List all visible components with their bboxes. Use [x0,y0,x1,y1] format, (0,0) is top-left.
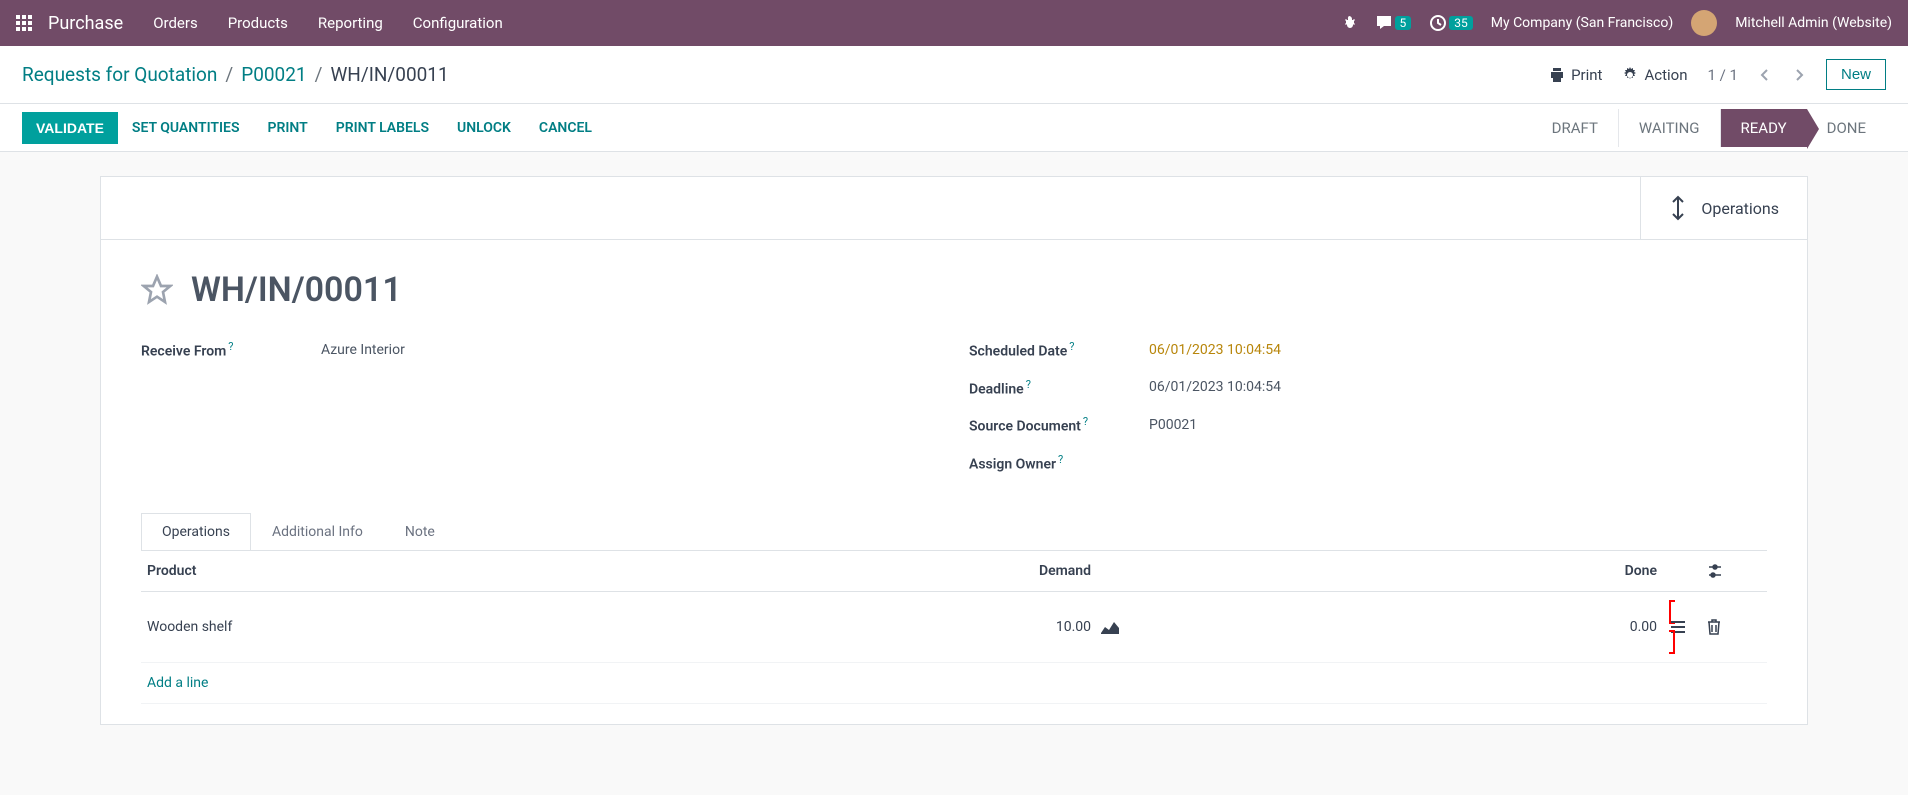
status-flow: DRAFT WAITING READY DONE [1532,109,1886,147]
star-icon[interactable] [141,274,173,306]
debug-icon[interactable] [1341,15,1357,31]
status-waiting[interactable]: WAITING [1619,109,1721,147]
cell-demand[interactable]: 10.00 [941,619,1091,635]
page-title: WH/IN/00011 [191,270,402,310]
unlock-button[interactable]: UNLOCK [443,112,525,144]
nav-products[interactable]: Products [228,14,288,32]
deadline-value: 06/01/2023 10:04:54 [1149,379,1281,395]
receive-from-value[interactable]: Azure Interior [321,342,405,358]
cancel-button[interactable]: CANCEL [525,112,606,144]
nav-reporting[interactable]: Reporting [318,14,383,32]
set-quantities-button[interactable]: SET QUANTITIES [118,112,254,144]
source-document-label: Source Document? [969,415,1149,435]
status-ready[interactable]: READY [1721,109,1807,147]
tab-additional-info[interactable]: Additional Info [251,513,384,550]
cell-done[interactable]: 0.00 [1141,619,1657,635]
receive-from-label: Receive From? [141,340,321,360]
print-action-button[interactable]: PRINT [254,112,322,144]
messages-count: 5 [1395,16,1412,30]
nav-configuration[interactable]: Configuration [413,14,503,32]
pager-prev[interactable] [1758,68,1772,82]
pager: 1 / 1 [1707,66,1738,84]
cell-product[interactable]: Wooden shelf [141,619,941,635]
print-labels-button[interactable]: PRINT LABELS [322,112,443,144]
deadline-label: Deadline? [969,378,1149,398]
operations-stat-button[interactable]: Operations [1640,177,1807,239]
nav-orders[interactable]: Orders [153,14,198,32]
activities-icon[interactable]: 35 [1429,14,1473,32]
col-header-demand: Demand [941,563,1091,579]
source-document-value[interactable]: P00021 [1149,417,1197,433]
messages-icon[interactable]: 5 [1375,14,1412,32]
table-row[interactable]: Wooden shelf 10.00 0.00 [141,592,1767,663]
settings-icon[interactable] [1707,563,1757,579]
print-button[interactable]: Print [1549,66,1602,84]
tab-operations[interactable]: Operations [141,513,251,550]
app-brand[interactable]: Purchase [48,13,123,34]
add-line-button[interactable]: Add a line [141,675,941,691]
scheduled-date-label: Scheduled Date? [969,340,1149,360]
pager-next[interactable] [1792,68,1806,82]
detail-list-icon[interactable] [1669,600,1707,654]
new-button[interactable]: New [1826,59,1886,90]
user-menu[interactable]: Mitchell Admin (Website) [1735,15,1892,31]
status-draft[interactable]: DRAFT [1532,109,1619,147]
tab-note[interactable]: Note [384,513,456,550]
breadcrumb-root[interactable]: Requests for Quotation [22,63,217,86]
assign-owner-label: Assign Owner? [969,453,1149,473]
activities-count: 35 [1449,16,1473,30]
trash-icon[interactable] [1707,619,1757,635]
breadcrumb: Requests for Quotation / P00021 / WH/IN/… [22,63,449,86]
col-header-done: Done [1141,563,1657,579]
breadcrumb-current: WH/IN/00011 [330,63,448,86]
company-selector[interactable]: My Company (San Francisco) [1491,15,1673,31]
forecast-icon[interactable] [1101,620,1141,634]
apps-icon[interactable] [16,15,32,31]
action-button[interactable]: Action [1622,66,1687,84]
avatar[interactable] [1691,10,1717,36]
breadcrumb-mid[interactable]: P00021 [241,63,306,86]
validate-button[interactable]: VALIDATE [22,112,118,144]
col-header-product: Product [141,563,941,579]
scheduled-date-value[interactable]: 06/01/2023 10:04:54 [1149,342,1281,358]
